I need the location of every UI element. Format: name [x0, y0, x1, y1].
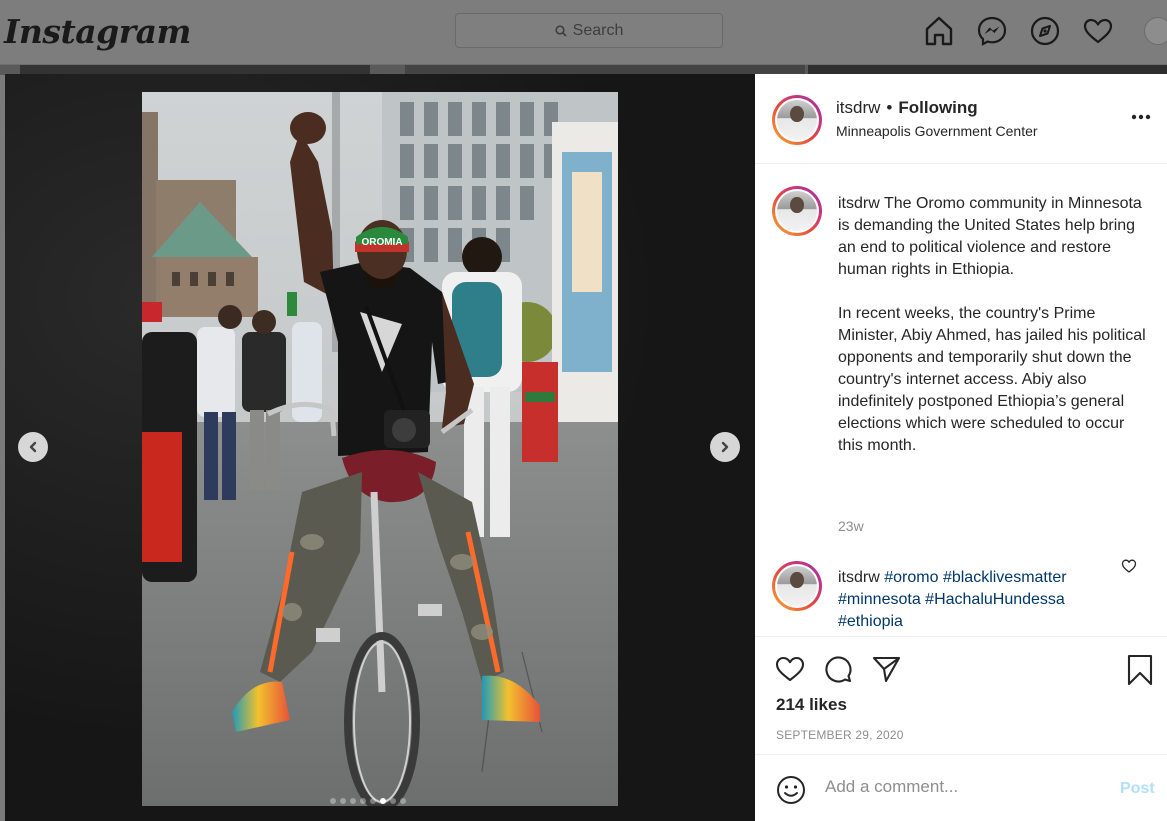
hashtag-link[interactable]: #blacklivesmatter	[943, 569, 1067, 586]
home-icon[interactable]	[922, 14, 956, 48]
emoji-icon[interactable]	[776, 775, 806, 805]
comments-section: itsdrw The Oromo community in Minnesota …	[755, 165, 1167, 635]
carousel-indicator	[330, 798, 406, 804]
caption-timestamp[interactable]: 23w	[838, 518, 864, 534]
carousel-dot	[330, 798, 336, 804]
top-navigation: Instagram Search	[0, 0, 1167, 65]
post-actions: 214 likes SEPTEMBER 29, 2020	[755, 636, 1167, 754]
caption-username[interactable]: itsdrw	[838, 195, 880, 212]
search-box[interactable]: Search	[455, 13, 723, 48]
carousel-dot	[350, 798, 356, 804]
activity-heart-icon[interactable]	[1081, 14, 1115, 48]
post-media: OROMIA	[5, 74, 755, 821]
comment-username[interactable]: itsdrw	[838, 569, 880, 586]
author-avatar[interactable]	[772, 95, 822, 145]
save-bookmark-icon[interactable]	[1126, 654, 1154, 686]
previous-slide-button[interactable]	[18, 432, 48, 462]
comment-input[interactable]	[825, 777, 1095, 797]
caption-paragraph-2: In recent weeks, the country's Prime Min…	[838, 305, 1146, 454]
explore-icon[interactable]	[1028, 14, 1062, 48]
like-icon[interactable]	[775, 654, 805, 684]
carousel-dot	[400, 798, 406, 804]
post-caption: itsdrw The Oromo community in Minnesota …	[838, 193, 1148, 479]
likes-count[interactable]: 214 likes	[776, 695, 847, 715]
bullet-separator: •	[886, 98, 893, 117]
more-options-icon[interactable]	[1131, 114, 1151, 120]
chevron-left-icon	[29, 441, 37, 453]
comment-like-icon[interactable]	[1121, 558, 1137, 574]
post-photo: OROMIA	[142, 92, 618, 806]
carousel-dot	[370, 798, 376, 804]
hashtag-link[interactable]: #HachaluHundessa	[925, 591, 1065, 608]
next-slide-button[interactable]	[710, 432, 740, 462]
post-header: itsdrw • Following Minneapolis Government …	[755, 74, 1167, 164]
share-icon[interactable]	[871, 654, 901, 684]
caption-author-avatar[interactable]	[772, 186, 822, 236]
post-date[interactable]: SEPTEMBER 29, 2020	[776, 728, 904, 742]
post-location[interactable]: Minneapolis Government Center	[836, 123, 1038, 139]
carousel-dot	[380, 798, 386, 804]
hashtag-link[interactable]: #ethiopia	[838, 613, 903, 630]
comment-icon[interactable]	[823, 654, 853, 684]
carousel-dot	[360, 798, 366, 804]
post-details-panel: itsdrw • Following Minneapolis Government …	[755, 74, 1167, 821]
caption-paragraph-1: The Oromo community in Minnesota is dema…	[838, 195, 1142, 278]
search-icon	[555, 24, 567, 37]
carousel-dot	[390, 798, 396, 804]
profile-avatar[interactable]	[1144, 17, 1167, 45]
comment: itsdrw #oromo #blacklivesmatter #minneso…	[838, 567, 1103, 633]
hashtag-link[interactable]: #oromo	[884, 569, 938, 586]
search-placeholder: Search	[572, 21, 624, 39]
hashtag-link[interactable]: #minnesota	[838, 591, 921, 608]
author-username[interactable]: itsdrw	[836, 98, 880, 117]
carousel-dot	[340, 798, 346, 804]
chevron-right-icon	[721, 441, 729, 453]
following-button[interactable]: Following	[898, 98, 977, 117]
post-comment-button[interactable]: Post	[1120, 780, 1155, 798]
cap-text: OROMIA	[361, 237, 402, 248]
add-comment-bar: Post	[755, 754, 1167, 821]
comment-author-avatar[interactable]	[772, 561, 822, 611]
instagram-logo[interactable]: Instagram	[4, 12, 191, 51]
messenger-icon[interactable]	[975, 14, 1009, 48]
